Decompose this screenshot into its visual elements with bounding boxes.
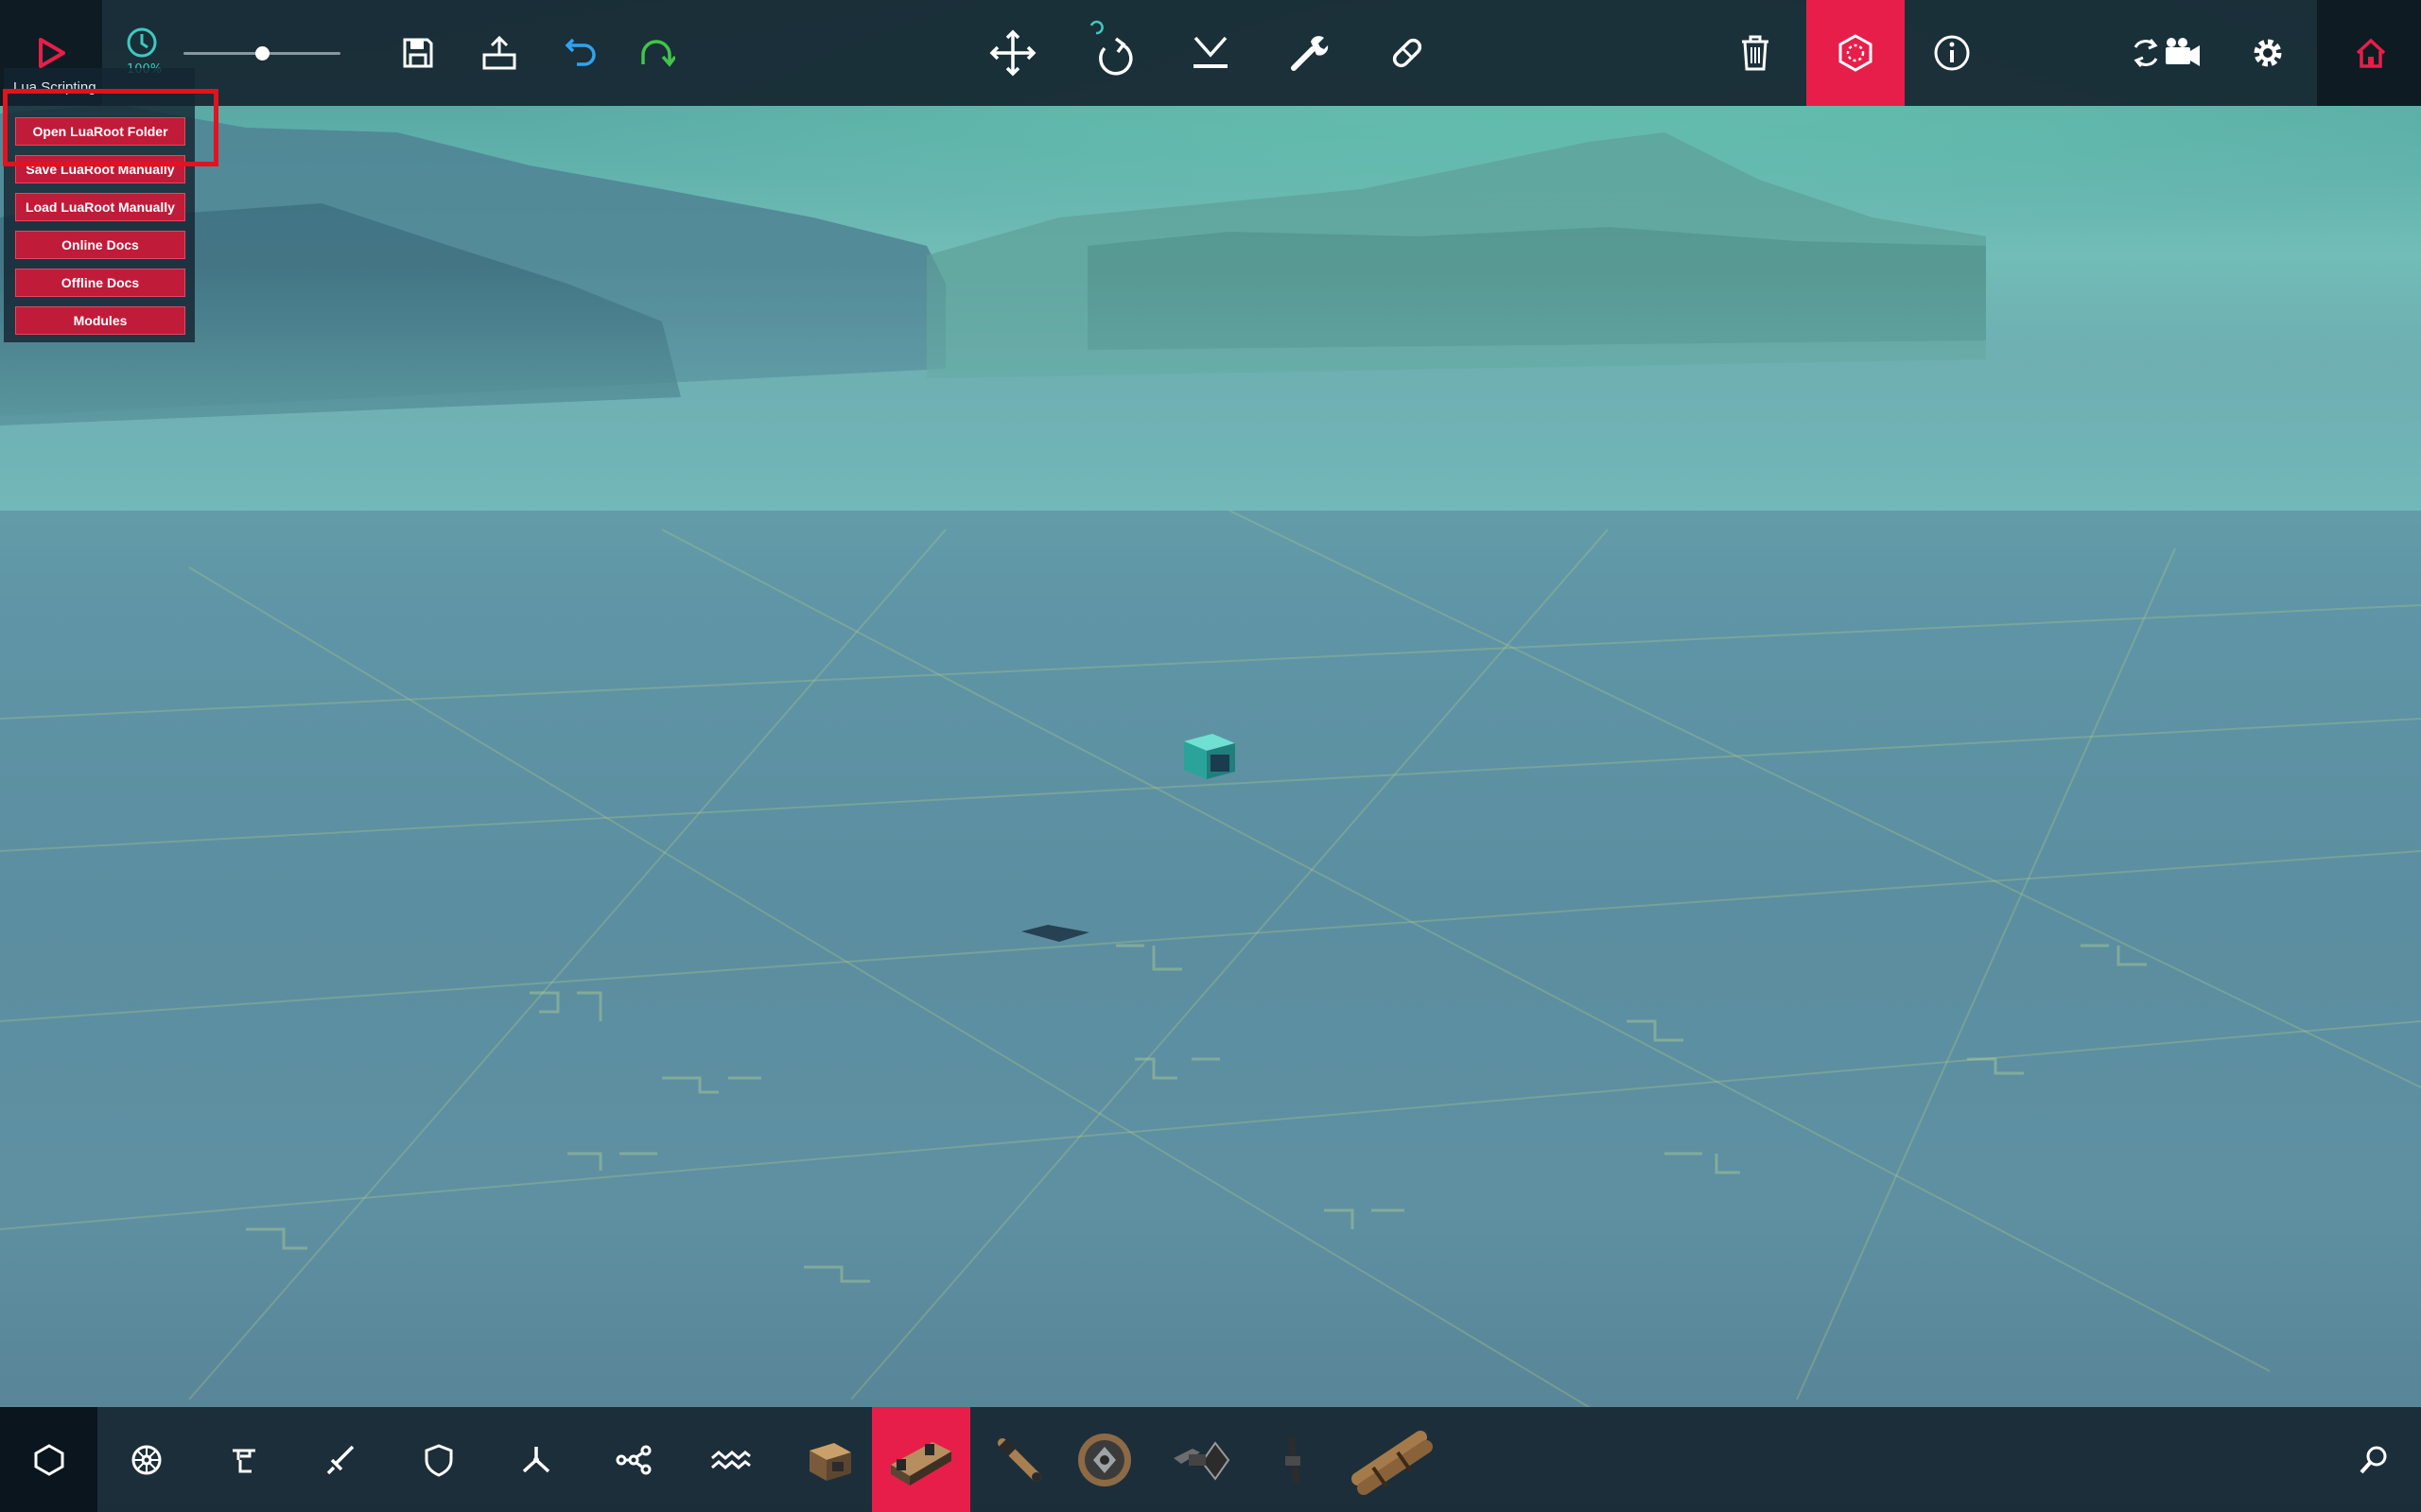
- load-luaroot-button[interactable]: Load LuaRoot Manually: [15, 193, 185, 221]
- move-icon[interactable]: [966, 0, 1060, 106]
- waves-icon[interactable]: [682, 1407, 779, 1512]
- gear-icon[interactable]: [2221, 0, 2315, 106]
- shield-icon[interactable]: [390, 1407, 487, 1512]
- online-docs-button[interactable]: Online Docs: [15, 231, 185, 259]
- terrain-backdrop: [0, 0, 2421, 1419]
- upload-icon[interactable]: [452, 0, 547, 106]
- propeller-icon[interactable]: [487, 1407, 584, 1512]
- brace-part[interactable]: [872, 1407, 970, 1512]
- search-icon[interactable]: [2325, 1407, 2421, 1512]
- grabber-part[interactable]: [1152, 1407, 1249, 1512]
- drop-icon[interactable]: [1163, 0, 1258, 106]
- wrench-icon[interactable]: [1262, 0, 1356, 106]
- redo-icon[interactable]: [609, 0, 704, 106]
- rotate-icon[interactable]: [1065, 0, 1159, 106]
- network-icon[interactable]: [584, 1407, 682, 1512]
- wheel-part[interactable]: [1055, 1407, 1153, 1512]
- modules-button[interactable]: Modules: [15, 306, 185, 335]
- cannon-part[interactable]: [970, 1407, 1068, 1512]
- info-icon[interactable]: [1905, 0, 1999, 106]
- crane-icon[interactable]: [195, 1407, 292, 1512]
- speed-slider[interactable]: [183, 46, 340, 61]
- top-toolbar: 100%: [0, 0, 2421, 106]
- bandage-icon[interactable]: [1360, 0, 1454, 106]
- trash-icon[interactable]: [1708, 0, 1803, 106]
- steering-wheel-icon[interactable]: [97, 1407, 195, 1512]
- home-icon[interactable]: [2322, 0, 2420, 106]
- save-icon[interactable]: [371, 0, 465, 106]
- wooden-block-part[interactable]: [779, 1407, 877, 1512]
- starting-block: [1184, 734, 1235, 779]
- game-viewport[interactable]: [0, 0, 2421, 1512]
- hexagon-icon[interactable]: [0, 1407, 97, 1512]
- log-bundle-part[interactable]: [1335, 1407, 1449, 1512]
- highlight-box: [3, 89, 218, 166]
- spike-part[interactable]: [1245, 1407, 1342, 1512]
- speed-slider-knob[interactable]: [254, 46, 270, 61]
- bottom-toolbar: [0, 1407, 2421, 1512]
- camera-sync-icon[interactable]: [2118, 0, 2217, 106]
- sword-icon[interactable]: [292, 1407, 390, 1512]
- offline-docs-button[interactable]: Offline Docs: [15, 269, 185, 297]
- settings-hex-icon[interactable]: [1806, 0, 1905, 106]
